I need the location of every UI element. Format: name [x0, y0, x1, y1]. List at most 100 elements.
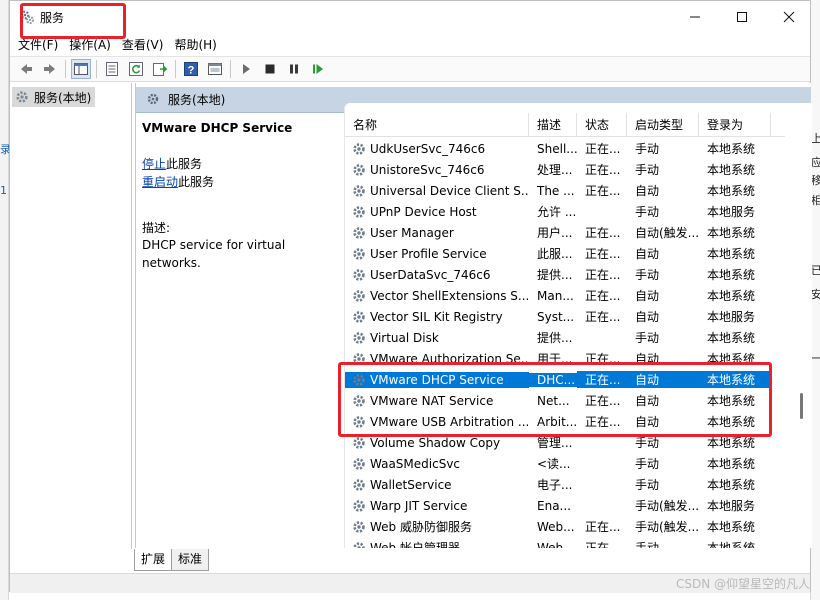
service-name: Universal Device Client S...	[370, 183, 529, 198]
title-bar[interactable]: 服务	[10, 1, 810, 33]
service-actions: 停止此服务 重启动此服务	[142, 155, 338, 191]
service-row[interactable]: VMware NAT Service Net... 正在... 自动 本地系统	[345, 390, 785, 411]
service-row[interactable]: Warp JIT Service Ena... 手动(触发... 本地服务	[345, 495, 785, 516]
help-icon: ?	[184, 62, 198, 77]
service-description-cell: <读...	[537, 457, 571, 471]
menu-view[interactable]: 查看(V)	[122, 36, 173, 53]
service-row[interactable]: VMware DHCP Service DHC... 正在... 自动 本地系统	[345, 369, 785, 390]
pause-icon	[290, 64, 298, 74]
back-button[interactable]	[16, 59, 36, 79]
service-logon-cell: 本地系统	[707, 289, 756, 303]
service-name: Virtual Disk	[370, 330, 439, 345]
pause-service-button[interactable]	[284, 59, 304, 79]
menu-help[interactable]: 帮助(H)	[174, 36, 225, 53]
service-row[interactable]: VMware Authorization Se... 用于... 正在... 自动 本地…	[345, 348, 785, 369]
service-logon-cell: 本地系统	[707, 520, 756, 534]
service-row[interactable]: Vector ShellExtensions S... Man... 正在... 自动…	[345, 285, 785, 306]
service-row[interactable]: UnistoreSvc_746c6 处理... 正在... 手动 本地系统	[345, 159, 785, 180]
service-start-type-cell: 自动	[635, 352, 660, 366]
service-logon-cell: 本地系统	[707, 457, 756, 471]
service-logon-cell: 本地系统	[707, 142, 756, 156]
service-row[interactable]: UPnP Device Host 允许 ... 手动 本地服务	[345, 201, 785, 222]
scrollbar-thumb[interactable]	[800, 393, 803, 419]
service-start-type-cell: 自动(触发...	[635, 226, 699, 240]
background-fragment: 已	[811, 264, 820, 277]
service-row[interactable]: Universal Device Client S... The ... 正在...…	[345, 180, 785, 201]
service-row[interactable]: UserDataSvc_746c6 提供... 正在... 手动 本地系统	[345, 264, 785, 285]
export-list-button[interactable]	[150, 59, 170, 79]
menu-bar: 文件(F) 操作(A) 查看(V) 帮助(H)	[10, 33, 810, 55]
service-name-cell: User Manager	[345, 225, 529, 241]
service-start-type-cell: 手动	[635, 163, 660, 177]
service-name: VMware Authorization Se...	[370, 351, 529, 366]
forward-icon	[44, 64, 55, 74]
service-description-cell: DHC...	[529, 372, 577, 387]
service-rows: UdkUserSvc_746c6 Shell... 正在... 手动 本地系统 Unist…	[345, 138, 785, 548]
service-row[interactable]: User Manager 用户... 正在... 自动(触发... 本地系统	[345, 222, 785, 243]
minimize-button[interactable]	[672, 1, 718, 33]
column-header-description[interactable]: 描述	[529, 113, 577, 136]
service-gear-icon	[351, 309, 367, 325]
show-hide-button[interactable]	[205, 59, 225, 79]
refresh-button[interactable]	[126, 59, 146, 79]
service-name-cell: User Profile Service	[345, 246, 529, 262]
service-status-cell: 正在...	[585, 394, 621, 408]
column-header-start-type[interactable]: 启动类型	[627, 113, 699, 136]
service-row[interactable]: WalletService 电子... 手动 本地系统	[345, 474, 785, 495]
menu-action[interactable]: 操作(A)	[69, 36, 120, 53]
tab-extended[interactable]: 扩展	[134, 549, 173, 571]
service-name-cell: Virtual Disk	[345, 330, 529, 346]
service-row[interactable]: Vector SIL Kit Registry Syst... 正在... 自动 本地服…	[345, 306, 785, 327]
vertical-scrollbar[interactable]	[798, 113, 806, 543]
watermark: CSDN @仰望星空的凡人	[675, 577, 810, 591]
restart-service-button[interactable]	[308, 59, 328, 79]
service-row[interactable]: UdkUserSvc_746c6 Shell... 正在... 手动 本地系统	[345, 138, 785, 159]
menu-file[interactable]: 文件(F)	[18, 36, 67, 53]
service-description-panel: VMware DHCP Service 停止此服务 重启动此服务 描述: DHC…	[136, 113, 344, 548]
service-row[interactable]: Volume Shadow Copy 管理... 手动 本地系统	[345, 432, 785, 453]
service-logon-cell: 本地系统	[707, 331, 756, 345]
service-logon-cell: 本地系统	[707, 226, 756, 240]
column-header-status[interactable]: 状态	[577, 113, 627, 136]
service-description-cell: 管理...	[537, 436, 573, 450]
column-header-name[interactable]: 名称	[345, 113, 529, 136]
service-description-cell: Web...	[537, 519, 575, 534]
service-name-cell: WaaSMedicSvc	[345, 456, 529, 472]
restart-service-link[interactable]: 重启动	[142, 175, 178, 189]
service-status-cell: 正在...	[585, 142, 621, 156]
tab-standard[interactable]: 标准	[171, 549, 210, 571]
service-start-type-cell: 手动	[635, 478, 660, 492]
service-start-type-cell: 自动	[627, 371, 699, 388]
service-name: Warp JIT Service	[370, 498, 468, 513]
stop-service-button[interactable]	[260, 59, 280, 79]
service-status-cell: 正在...	[585, 415, 621, 429]
help-button[interactable]: ?	[181, 59, 201, 79]
stop-service-link[interactable]: 停止	[142, 157, 166, 171]
maximize-button[interactable]	[719, 1, 765, 33]
service-name: User Manager	[370, 225, 454, 240]
service-name: UserDataSvc_746c6	[370, 267, 491, 282]
tree-item-label: 服务(本地)	[34, 90, 92, 105]
service-row[interactable]: User Profile Service 此服... 正在... 自动 本地系统	[345, 243, 785, 264]
service-row[interactable]: Web 帐户管理器 Web... 正在... 手动 本地系统	[345, 537, 785, 548]
service-row[interactable]: Virtual Disk 提供... 手动 本地系统	[345, 327, 785, 348]
service-start-type-cell: 自动	[635, 184, 660, 198]
close-button[interactable]	[766, 1, 812, 33]
service-row[interactable]: WaaSMedicSvc <读... 手动 本地系统	[345, 453, 785, 474]
start-service-button[interactable]	[236, 59, 256, 79]
service-name-cell: Volume Shadow Copy	[345, 435, 529, 451]
forward-button[interactable]	[40, 59, 60, 79]
window-title: 服务	[40, 11, 65, 25]
service-gear-icon	[351, 540, 367, 548]
services-list: 名称 描述 状态 启动类型 登录为 UdkUserSvc_746c6 Shell.…	[344, 103, 812, 548]
properties-button[interactable]	[102, 59, 122, 79]
service-row[interactable]: VMware USB Arbitration ... Arbit... 正在... 自…	[345, 411, 785, 432]
tree-item-services-local[interactable]: 服务(本地)	[12, 87, 96, 107]
service-name-cell: VMware Authorization Se...	[345, 351, 529, 367]
service-row[interactable]: Web 威胁防御服务 Web... 正在... 手动(触发... 本地系统	[345, 516, 785, 537]
view-tabs: 扩展 标准	[134, 549, 210, 571]
service-logon-cell: 本地系统	[707, 268, 756, 282]
console-tree-button[interactable]	[71, 59, 91, 79]
service-description-cell: Syst...	[537, 309, 575, 324]
column-header-logon[interactable]: 登录为	[699, 113, 771, 136]
